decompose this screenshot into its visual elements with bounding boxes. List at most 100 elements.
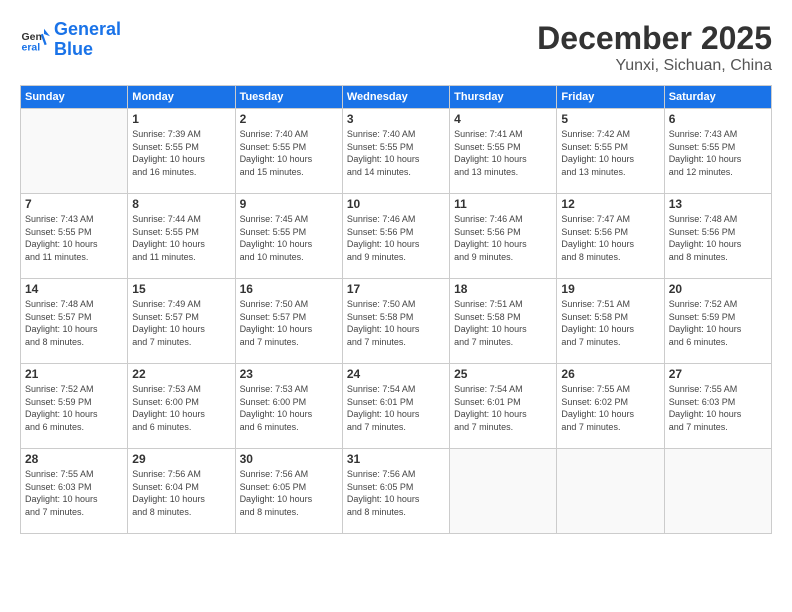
day-number: 22 <box>132 367 230 381</box>
calendar-week-row: 1 Sunrise: 7:39 AM Sunset: 5:55 PM Daylig… <box>21 109 772 194</box>
calendar-cell <box>664 449 771 534</box>
calendar-cell: 26Sunrise: 7:55 AM Sunset: 6:02 PM Dayli… <box>557 364 664 449</box>
calendar-cell: 31 Sunrise: 7:56 AM Sunset: 6:05 PM Dayli… <box>342 449 449 534</box>
page-header: Gen eral General Blue December 2025 Yunx… <box>20 20 772 75</box>
day-info: Sunrise: 7:47 AM Sunset: 5:56 PM Dayligh… <box>561 213 659 263</box>
calendar-cell: 1 Sunrise: 7:39 AM Sunset: 5:55 PM Daylig… <box>128 109 235 194</box>
day-number: 12 <box>561 197 659 211</box>
calendar-cell: 18 Sunrise: 7:51 AM Sunset: 5:58 PM Dayli… <box>450 279 557 364</box>
day-info: Sunrise: 7:40 AM Sunset: 5:55 PM Dayligh… <box>347 128 445 178</box>
day-info: Sunrise: 7:50 AM Sunset: 5:58 PM Dayligh… <box>347 298 445 348</box>
day-number: 2 <box>240 112 338 126</box>
day-info: Sunrise: 7:46 AM Sunset: 5:56 PM Dayligh… <box>347 213 445 263</box>
weekday-header: Saturday <box>664 86 771 109</box>
day-info: Sunrise: 7:53 AM Sunset: 6:00 PM Dayligh… <box>240 383 338 433</box>
day-info: Sunrise: 7:43 AM Sunset: 5:55 PM Dayligh… <box>25 213 123 263</box>
day-number: 9 <box>240 197 338 211</box>
day-number: 5 <box>561 112 659 126</box>
logo-icon: Gen eral <box>20 25 50 55</box>
calendar-cell: 12 Sunrise: 7:47 AM Sunset: 5:56 PM Dayli… <box>557 194 664 279</box>
day-info: Sunrise: 7:55 AM Sunset: 6:03 PM Dayligh… <box>25 468 123 518</box>
day-number: 3 <box>347 112 445 126</box>
calendar-cell <box>557 449 664 534</box>
calendar-cell: 24Sunrise: 7:54 AM Sunset: 6:01 PM Dayli… <box>342 364 449 449</box>
day-number: 27 <box>669 367 767 381</box>
title-section: December 2025 Yunxi, Sichuan, China <box>537 20 772 75</box>
day-number: 6 <box>669 112 767 126</box>
day-info: Sunrise: 7:42 AM Sunset: 5:55 PM Dayligh… <box>561 128 659 178</box>
weekday-header: Wednesday <box>342 86 449 109</box>
day-number: 8 <box>132 197 230 211</box>
calendar-cell: 10Sunrise: 7:46 AM Sunset: 5:56 PM Dayli… <box>342 194 449 279</box>
day-number: 16 <box>240 282 338 296</box>
day-number: 14 <box>25 282 123 296</box>
day-number: 20 <box>669 282 767 296</box>
calendar-week-row: 14 Sunrise: 7:48 AM Sunset: 5:57 PM Dayli… <box>21 279 772 364</box>
day-info: Sunrise: 7:51 AM Sunset: 5:58 PM Dayligh… <box>454 298 552 348</box>
calendar-cell: 14 Sunrise: 7:48 AM Sunset: 5:57 PM Dayli… <box>21 279 128 364</box>
calendar-cell: 20 Sunrise: 7:52 AM Sunset: 5:59 PM Dayli… <box>664 279 771 364</box>
calendar-cell: 4Sunrise: 7:41 AM Sunset: 5:55 PM Daylig… <box>450 109 557 194</box>
weekday-header: Monday <box>128 86 235 109</box>
day-number: 26 <box>561 367 659 381</box>
day-number: 13 <box>669 197 767 211</box>
day-number: 18 <box>454 282 552 296</box>
day-number: 30 <box>240 452 338 466</box>
calendar-cell: 21Sunrise: 7:52 AM Sunset: 5:59 PM Dayli… <box>21 364 128 449</box>
logo-text: General Blue <box>54 20 121 60</box>
calendar-cell: 16 Sunrise: 7:50 AM Sunset: 5:57 PM Dayli… <box>235 279 342 364</box>
day-number: 25 <box>454 367 552 381</box>
weekday-header: Thursday <box>450 86 557 109</box>
calendar-week-row: 21Sunrise: 7:52 AM Sunset: 5:59 PM Dayli… <box>21 364 772 449</box>
day-info: Sunrise: 7:45 AM Sunset: 5:55 PM Dayligh… <box>240 213 338 263</box>
day-info: Sunrise: 7:53 AM Sunset: 6:00 PM Dayligh… <box>132 383 230 433</box>
day-info: Sunrise: 7:48 AM Sunset: 5:57 PM Dayligh… <box>25 298 123 348</box>
weekday-header: Sunday <box>21 86 128 109</box>
day-info: Sunrise: 7:54 AM Sunset: 6:01 PM Dayligh… <box>454 383 552 433</box>
day-number: 24 <box>347 367 445 381</box>
day-number: 7 <box>25 197 123 211</box>
day-info: Sunrise: 7:56 AM Sunset: 6:04 PM Dayligh… <box>132 468 230 518</box>
day-number: 23 <box>240 367 338 381</box>
calendar-cell: 2 Sunrise: 7:40 AM Sunset: 5:55 PM Daylig… <box>235 109 342 194</box>
calendar-week-row: 28 Sunrise: 7:55 AM Sunset: 6:03 PM Dayli… <box>21 449 772 534</box>
calendar-cell: 9 Sunrise: 7:45 AM Sunset: 5:55 PM Daylig… <box>235 194 342 279</box>
calendar-cell: 27 Sunrise: 7:55 AM Sunset: 6:03 PM Dayli… <box>664 364 771 449</box>
calendar-cell: 6 Sunrise: 7:43 AM Sunset: 5:55 PM Daylig… <box>664 109 771 194</box>
calendar-cell: 13 Sunrise: 7:48 AM Sunset: 5:56 PM Dayli… <box>664 194 771 279</box>
day-info: Sunrise: 7:55 AM Sunset: 6:03 PM Dayligh… <box>669 383 767 433</box>
day-number: 11 <box>454 197 552 211</box>
day-info: Sunrise: 7:50 AM Sunset: 5:57 PM Dayligh… <box>240 298 338 348</box>
day-info: Sunrise: 7:40 AM Sunset: 5:55 PM Dayligh… <box>240 128 338 178</box>
calendar-cell <box>450 449 557 534</box>
calendar-header-row: SundayMondayTuesdayWednesdayThursdayFrid… <box>21 86 772 109</box>
day-number: 28 <box>25 452 123 466</box>
logo: Gen eral General Blue <box>20 20 121 60</box>
day-number: 1 <box>132 112 230 126</box>
day-info: Sunrise: 7:49 AM Sunset: 5:57 PM Dayligh… <box>132 298 230 348</box>
calendar-cell: 25 Sunrise: 7:54 AM Sunset: 6:01 PM Dayli… <box>450 364 557 449</box>
calendar-cell: 23 Sunrise: 7:53 AM Sunset: 6:00 PM Dayli… <box>235 364 342 449</box>
calendar-cell: 15 Sunrise: 7:49 AM Sunset: 5:57 PM Dayli… <box>128 279 235 364</box>
calendar-cell: 8Sunrise: 7:44 AM Sunset: 5:55 PM Daylig… <box>128 194 235 279</box>
day-number: 15 <box>132 282 230 296</box>
weekday-header: Friday <box>557 86 664 109</box>
day-info: Sunrise: 7:56 AM Sunset: 6:05 PM Dayligh… <box>347 468 445 518</box>
day-info: Sunrise: 7:52 AM Sunset: 5:59 PM Dayligh… <box>25 383 123 433</box>
day-number: 31 <box>347 452 445 466</box>
day-info: Sunrise: 7:48 AM Sunset: 5:56 PM Dayligh… <box>669 213 767 263</box>
day-info: Sunrise: 7:39 AM Sunset: 5:55 PM Dayligh… <box>132 128 230 178</box>
day-info: Sunrise: 7:51 AM Sunset: 5:58 PM Dayligh… <box>561 298 659 348</box>
weekday-header: Tuesday <box>235 86 342 109</box>
day-info: Sunrise: 7:43 AM Sunset: 5:55 PM Dayligh… <box>669 128 767 178</box>
day-number: 4 <box>454 112 552 126</box>
day-info: Sunrise: 7:52 AM Sunset: 5:59 PM Dayligh… <box>669 298 767 348</box>
calendar-cell: 3 Sunrise: 7:40 AM Sunset: 5:55 PM Daylig… <box>342 109 449 194</box>
calendar-cell: 22 Sunrise: 7:53 AM Sunset: 6:00 PM Dayli… <box>128 364 235 449</box>
month-title: December 2025 <box>537 20 772 57</box>
calendar-cell <box>21 109 128 194</box>
calendar-cell: 30Sunrise: 7:56 AM Sunset: 6:05 PM Dayli… <box>235 449 342 534</box>
day-number: 19 <box>561 282 659 296</box>
day-info: Sunrise: 7:46 AM Sunset: 5:56 PM Dayligh… <box>454 213 552 263</box>
calendar-cell: 28 Sunrise: 7:55 AM Sunset: 6:03 PM Dayli… <box>21 449 128 534</box>
